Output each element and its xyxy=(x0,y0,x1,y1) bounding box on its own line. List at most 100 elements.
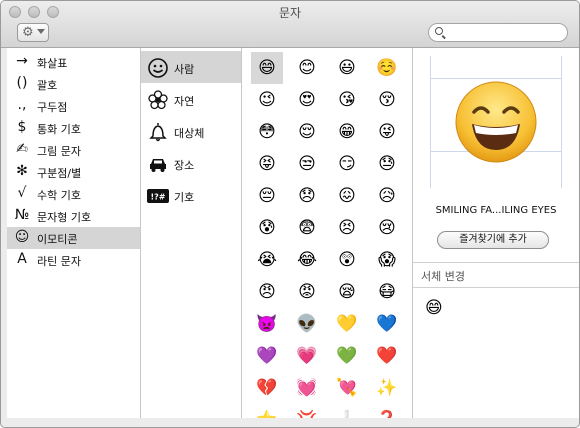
emoji-cell[interactable]: 😥 xyxy=(371,180,403,212)
add-to-favorites-button[interactable]: 즐겨찾기에 추가 xyxy=(437,231,549,249)
emoji-cell[interactable]: 😘 xyxy=(331,84,363,116)
category-icon: ☺ xyxy=(14,229,30,245)
subcategory-item[interactable]: 장소 xyxy=(141,147,241,179)
emoji-cell[interactable]: 😞 xyxy=(291,180,323,212)
category-label: 문자형 기호 xyxy=(37,211,92,224)
emoji-grid: 😄 😊 😃 ☺️ 😉 😍 😘 😚 😳 😌 😁 😜 😝 😒 😏 😓 😔 😞 😖 😥 😰 😨 😣 😢 😭 😂 😲 😱 😠 😡 😪 😷 👿 👽 💛 💙 💜 💗 💚… xyxy=(242,48,413,418)
category-item[interactable]: → 화살표 xyxy=(7,51,140,73)
category-label: 수학 기호 xyxy=(37,189,81,202)
emoji-cell[interactable]: 💜 xyxy=(251,340,283,372)
subcategory-label: 기호 xyxy=(174,191,195,204)
emoji-cell[interactable]: 😪 xyxy=(331,276,363,308)
emoji-cell[interactable]: 💚 xyxy=(331,340,363,372)
emoji-cell[interactable]: 😊 xyxy=(291,52,323,84)
emoji-cell[interactable]: 😰 xyxy=(251,212,283,244)
car-icon xyxy=(147,153,169,175)
bell-icon xyxy=(147,121,169,143)
font-variation-item[interactable]: 😄 xyxy=(425,298,443,318)
search-field[interactable] xyxy=(428,23,568,42)
category-item[interactable]: ., 구두점 xyxy=(7,95,140,117)
emoji-cell[interactable]: 😏 xyxy=(331,148,363,180)
emoji-cell[interactable]: 😡 xyxy=(291,276,323,308)
emoji-cell[interactable]: 😂 xyxy=(291,244,323,276)
smiley-face-icon xyxy=(147,57,169,79)
flower-icon xyxy=(147,89,169,111)
font-variation-label: 서체 변경 xyxy=(421,270,465,283)
category-icon: A xyxy=(17,251,27,267)
subcategory-item[interactable]: 대상체 xyxy=(141,115,241,147)
emoji-cell[interactable]: 😲 xyxy=(331,244,363,276)
subcategory-label: 장소 xyxy=(174,159,195,172)
emoji-cell[interactable]: 💓 xyxy=(291,372,323,404)
emoji-cell[interactable]: 😌 xyxy=(291,116,323,148)
category-icon: () xyxy=(16,75,28,91)
smiling-face-with-open-mouth-and-smiling-eyes-icon xyxy=(455,81,537,163)
emoji-cell[interactable]: 💗 xyxy=(291,340,323,372)
category-icon: ., xyxy=(17,97,27,113)
emoji-cell[interactable]: ☺️ xyxy=(371,52,403,84)
emoji-cell[interactable]: 💙 xyxy=(371,308,403,340)
emoji-cell[interactable]: 💛 xyxy=(331,308,363,340)
emoji-cell[interactable]: 👿 xyxy=(251,308,283,340)
emoji-cell[interactable]: 💔 xyxy=(251,372,283,404)
emoji-cell[interactable]: 😢 xyxy=(371,212,403,244)
emoji-cell[interactable]: 😁 xyxy=(331,116,363,148)
category-label: 구두점 xyxy=(37,101,68,114)
emoji-cell[interactable]: 😣 xyxy=(331,212,363,244)
category-item[interactable]: ✻ 구분점/별 xyxy=(7,161,140,183)
subcategory-item[interactable]: !?# 기호 xyxy=(141,179,241,211)
category-label: 괄호 xyxy=(37,79,58,92)
category-item[interactable]: ✍ 그림 문자 xyxy=(7,139,140,161)
emoji-cell[interactable]: 😍 xyxy=(291,84,323,116)
category-item[interactable]: ☺ 이모티콘 xyxy=(7,227,140,249)
emoji-cell[interactable]: 😒 xyxy=(291,148,323,180)
category-label: 통화 기호 xyxy=(37,123,81,136)
subcategory-list: 사람 자연 대상체장소 !?# 기호 xyxy=(141,48,242,418)
emoji-cell[interactable]: 😭 xyxy=(251,244,283,276)
action-menu-button[interactable]: ⚙ xyxy=(17,23,49,42)
emoji-cell[interactable]: 😳 xyxy=(251,116,283,148)
emoji-cell[interactable]: 😃 xyxy=(331,52,363,84)
character-info-panel: SMILING FA...ILING EYES 즐겨찾기에 추가 서체 변경 😄 xyxy=(413,48,579,418)
emoji-cell[interactable]: ❓ xyxy=(371,404,403,418)
emoji-cell[interactable]: 👽 xyxy=(291,308,323,340)
subcategory-item[interactable]: 사람 xyxy=(141,51,241,83)
category-item[interactable]: () 괄호 xyxy=(7,73,140,95)
character-viewer-window: 문자 ⚙ → 화살표 () 괄호., 구두점 $ 통화 기호 ✍ 그림 문자 ✻ 구분점/별 √ 수학 … xyxy=(0,0,580,428)
window-title: 문자 xyxy=(278,6,302,20)
emoji-cell[interactable]: 😝 xyxy=(251,148,283,180)
emoji-cell[interactable]: 💢 xyxy=(291,404,323,418)
category-item[interactable]: № 문자형 기호 xyxy=(7,205,140,227)
emoji-cell[interactable]: 😄 xyxy=(251,52,283,84)
emoji-cell[interactable]: 😷 xyxy=(371,276,403,308)
emoji-cell[interactable]: 😓 xyxy=(371,148,403,180)
emoji-cell[interactable]: 😔 xyxy=(251,180,283,212)
emoji-cell[interactable]: ⭐ xyxy=(251,404,283,418)
emoji-cell[interactable]: 😠 xyxy=(251,276,283,308)
gear-icon: ⚙ xyxy=(22,25,34,40)
svg-text:!?#: !?# xyxy=(151,193,166,202)
category-icon: $ xyxy=(17,119,27,135)
emoji-cell[interactable]: ✨ xyxy=(371,372,403,404)
emoji-cell[interactable]: 💘 xyxy=(331,372,363,404)
subcategory-item[interactable]: 자연 xyxy=(141,83,241,115)
emoji-cell[interactable]: 😉 xyxy=(251,84,283,116)
emoji-cell[interactable]: 😚 xyxy=(371,84,403,116)
symbols-icon: !?# xyxy=(147,185,169,207)
emoji-cell[interactable]: 😨 xyxy=(291,212,323,244)
emoji-cell[interactable]: ❤️ xyxy=(371,340,403,372)
character-preview xyxy=(430,56,562,188)
emoji-cell[interactable]: 😱 xyxy=(371,244,403,276)
emoji-cell[interactable]: ❕ xyxy=(331,404,363,418)
search-icon xyxy=(435,27,443,35)
chevron-down-icon xyxy=(37,29,45,34)
character-name: SMILING FA...ILING EYES xyxy=(435,205,557,216)
category-item[interactable]: A 라틴 문자 xyxy=(7,249,140,271)
category-item[interactable]: √ 수학 기호 xyxy=(7,183,140,205)
category-icon: √ xyxy=(17,185,27,201)
emoji-cell[interactable]: 😜 xyxy=(371,116,403,148)
emoji-cell[interactable]: 😖 xyxy=(331,180,363,212)
font-variation-header: 서체 변경 xyxy=(413,262,579,288)
category-item[interactable]: $ 통화 기호 xyxy=(7,117,140,139)
category-icon: ✍ xyxy=(16,141,28,157)
